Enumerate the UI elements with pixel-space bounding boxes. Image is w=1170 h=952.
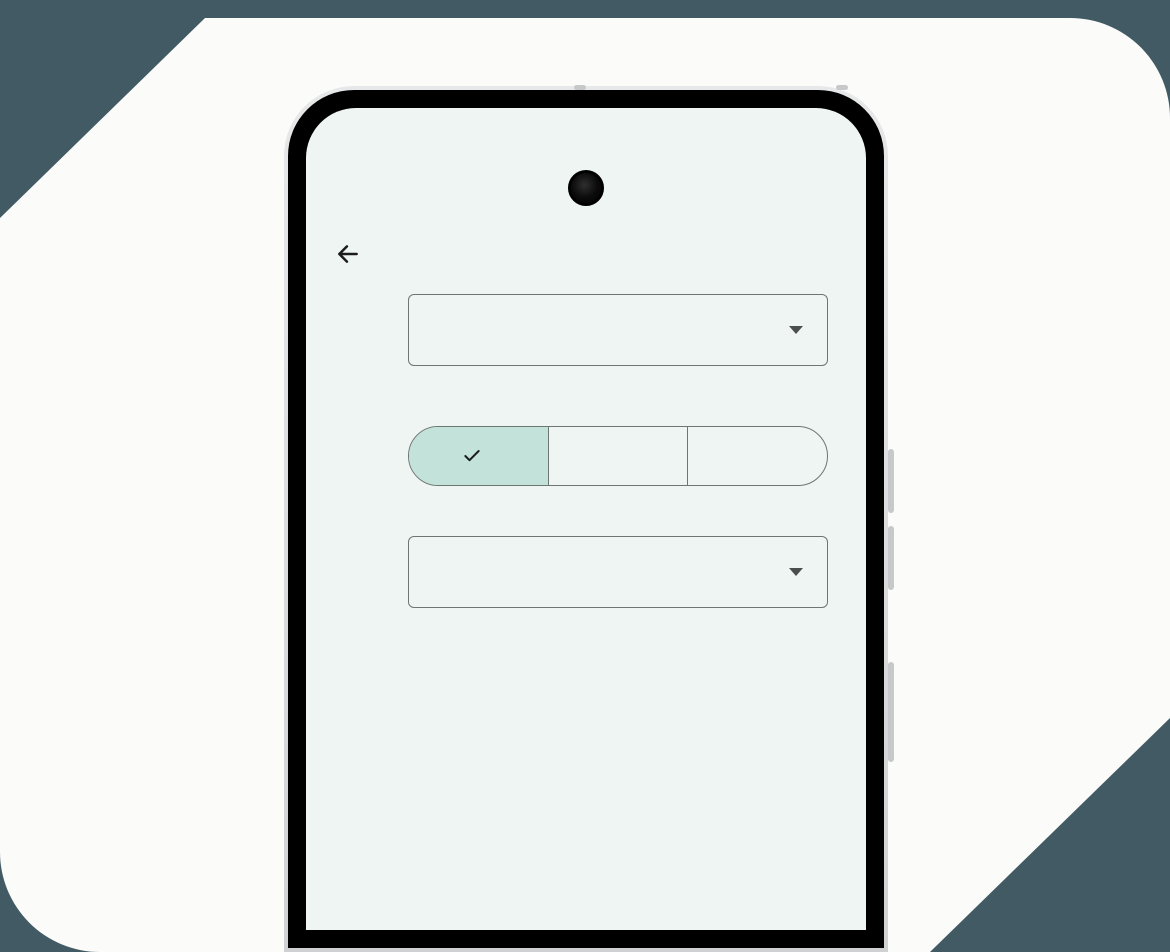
report-type-select[interactable] <box>408 294 828 366</box>
segment-credits[interactable] <box>549 427 689 485</box>
phone-side-button <box>888 662 894 762</box>
check-icon <box>462 446 482 466</box>
phone-bezel <box>288 90 884 948</box>
phone-top-notch-mark <box>836 85 848 90</box>
front-camera <box>568 170 604 206</box>
dropdown-caret-icon <box>789 326 803 334</box>
form <box>334 294 838 608</box>
back-button[interactable] <box>334 240 362 268</box>
phone-top-notch-mark <box>574 85 586 90</box>
dropdown-caret-icon <box>789 568 803 576</box>
app-content <box>306 236 866 930</box>
segmented-control <box>408 426 828 486</box>
users-companies-select[interactable] <box>408 536 828 608</box>
phone-side-button <box>888 526 894 590</box>
phone-frame <box>284 86 888 952</box>
phone-side-button <box>888 449 894 513</box>
arrow-left-icon <box>335 241 361 267</box>
segment-money[interactable] <box>409 427 549 485</box>
header <box>334 236 838 294</box>
segment-data[interactable] <box>688 427 827 485</box>
phone-screen <box>306 108 866 930</box>
